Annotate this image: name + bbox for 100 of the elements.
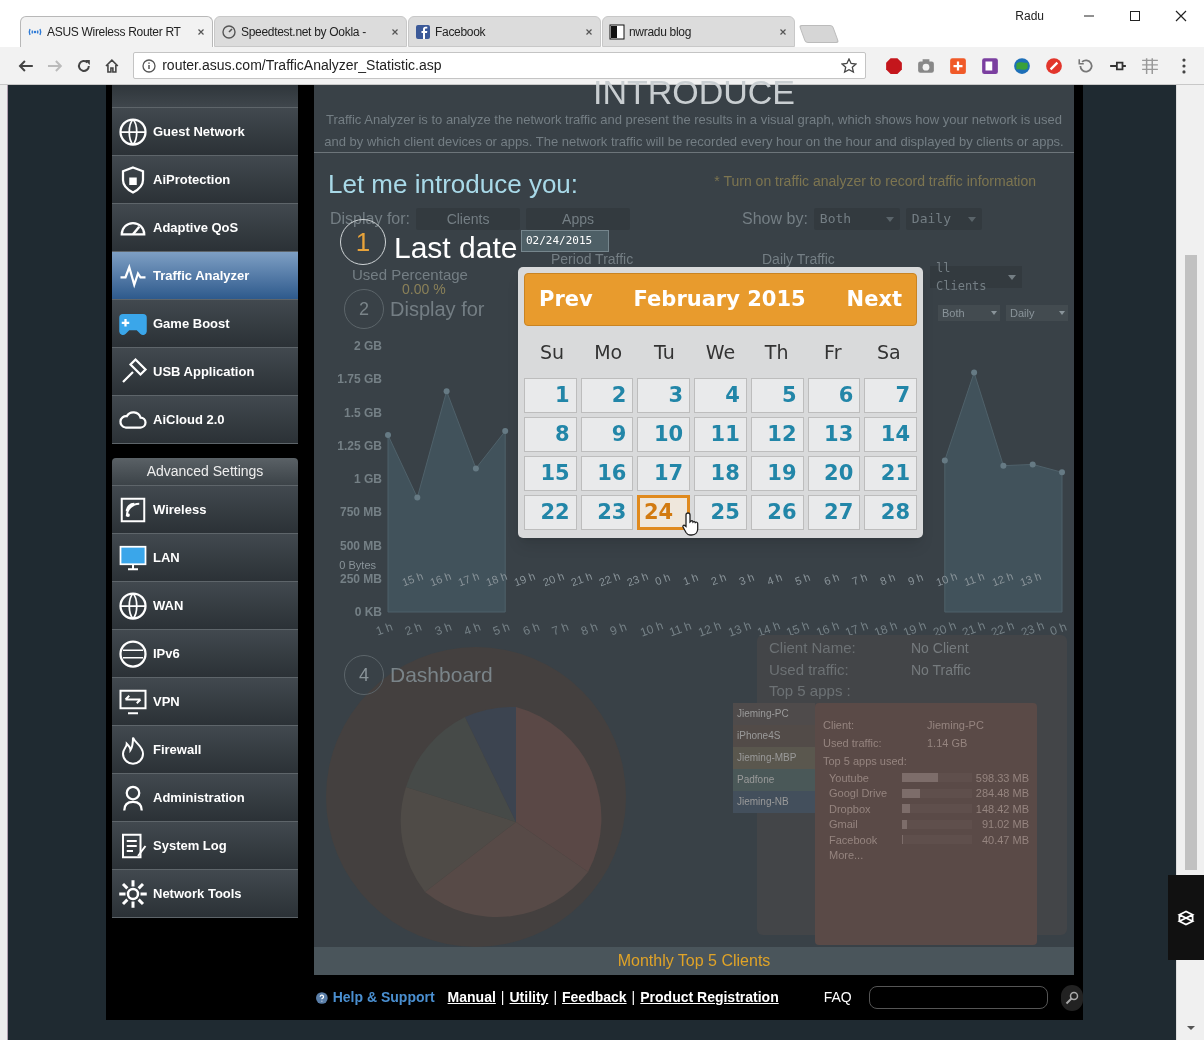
stat-label: Period Traffic — [551, 252, 635, 266]
scroll-thumb[interactable] — [1185, 255, 1197, 870]
footer-link[interactable]: Utility — [509, 987, 549, 1008]
calendar-day[interactable]: 14 — [864, 417, 917, 452]
client-list-item[interactable]: Jieming-MBP — [733, 747, 815, 769]
browser-tab[interactable]: Speedtest.net by Ookla - — [214, 16, 407, 48]
calendar-day[interactable]: 13 — [807, 417, 861, 452]
app-usage: 598.33 MB — [975, 770, 1029, 786]
footer-link[interactable]: Product Registration — [640, 987, 779, 1008]
sidebar-item[interactable]: System Log — [112, 822, 298, 870]
client-list-item[interactable]: iPhone4S — [733, 725, 815, 747]
calendar-day[interactable]: 20 — [807, 456, 861, 491]
sidebar-item[interactable]: IPv6 — [112, 630, 298, 678]
calendar-day[interactable]: 27 — [807, 495, 861, 530]
dropdown[interactable]: Both — [813, 208, 900, 230]
calendar-day[interactable]: 24 — [637, 495, 691, 530]
calendar-day[interactable]: 17 — [637, 456, 691, 491]
calendar-day[interactable]: 15 — [524, 456, 577, 491]
menu-icon[interactable] — [1182, 57, 1186, 74]
browser-tab[interactable]: Facebook — [408, 16, 601, 48]
weekday-label: Th — [763, 339, 790, 365]
caret-icon[interactable] — [1186, 1024, 1196, 1032]
calendar-day[interactable]: 5 — [750, 378, 804, 413]
dropdown[interactable]: Daily — [905, 208, 982, 230]
calendar-day[interactable]: 21 — [864, 456, 917, 491]
maximize-icon[interactable] — [1129, 10, 1141, 22]
banner-text: Monthly Top 5 Clients — [314, 947, 1074, 975]
reload-icon[interactable] — [75, 57, 92, 74]
close-icon[interactable] — [1175, 10, 1187, 22]
user-name[interactable]: Radu — [1015, 7, 1044, 25]
search-field[interactable] — [868, 986, 1049, 1009]
prev-button[interactable]: Prev — [539, 283, 593, 316]
next-button[interactable]: Next — [846, 283, 902, 316]
client-list-item[interactable]: Padfone — [733, 769, 815, 791]
stop-sign-icon[interactable] — [885, 56, 904, 75]
footer-link[interactable]: Manual — [447, 987, 496, 1008]
browser-tab[interactable]: nwradu blog — [602, 16, 795, 48]
footer-link[interactable]: Feedback — [562, 987, 627, 1008]
sidebar-item[interactable]: USB Application — [112, 348, 298, 396]
calendar-day[interactable]: 2 — [580, 378, 634, 413]
sidebar-item[interactable]: Administration — [112, 774, 298, 822]
date-field[interactable]: 02/24/2015 — [521, 230, 609, 252]
sidebar-item[interactable]: WAN — [112, 582, 298, 630]
sidebar-item[interactable]: Guest Network — [112, 108, 298, 156]
calendar-day[interactable]: 9 — [580, 417, 634, 452]
calendar-day[interactable]: 22 — [524, 495, 577, 530]
calendar-day[interactable]: 11 — [694, 417, 747, 452]
sidebar-item[interactable]: AiProtection — [112, 156, 298, 204]
calendar-day[interactable]: 8 — [524, 417, 577, 452]
calendar-day[interactable]: 6 — [807, 378, 861, 413]
scrollbar[interactable] — [1176, 85, 1204, 1040]
calendar-day[interactable]: 26 — [750, 495, 804, 530]
dropdown[interactable]: Both — [938, 305, 1000, 321]
address-bar[interactable]: router.asus.com/TrafficAnalyzer_Statistic.asp — [133, 52, 867, 80]
sidebar-item[interactable]: Game Boost — [112, 300, 298, 348]
weekday-label: Tu — [652, 339, 676, 365]
client-list-item[interactable]: Jieming-PC — [733, 703, 815, 725]
dropdown[interactable]: Daily — [1006, 305, 1068, 321]
badge-icon[interactable] — [1045, 56, 1064, 75]
calendar-day[interactable]: 3 — [637, 378, 691, 413]
calendar-day[interactable]: 18 — [694, 456, 747, 491]
sidebar-item[interactable]: Adaptive QoS — [112, 204, 298, 252]
sidebar-item[interactable]: Wireless — [112, 486, 298, 534]
weekday-label: Mo — [593, 339, 624, 365]
axis-label: 12 h — [990, 570, 1015, 589]
plus-icon[interactable] — [949, 56, 968, 75]
sidebar-item[interactable]: LAN — [112, 534, 298, 582]
history-icon[interactable] — [1077, 56, 1096, 75]
client-list-item[interactable]: Jieming-NB — [733, 791, 815, 813]
info-icon[interactable] — [142, 58, 157, 73]
star-icon[interactable] — [841, 57, 858, 74]
calendar-day[interactable]: 19 — [750, 456, 804, 491]
axis-label: 13 h — [1018, 570, 1043, 589]
calendar-day[interactable]: 16 — [580, 456, 634, 491]
calendar-day[interactable]: 4 — [694, 378, 747, 413]
camera-icon[interactable] — [917, 56, 936, 75]
sidebar-item[interactable]: Network Tools — [112, 870, 298, 918]
calendar-day[interactable]: 1 — [524, 378, 577, 413]
month-title: February 2015 — [632, 285, 807, 313]
search-button[interactable] — [1061, 984, 1083, 1011]
calendar-day[interactable]: 25 — [694, 495, 747, 530]
toggle-button[interactable]: Clients — [416, 208, 521, 230]
gear-icon — [118, 878, 148, 909]
sidebar-item[interactable]: AiCloud 2.0 — [112, 396, 298, 444]
sidebar-item[interactable]: Traffic Analyzer — [112, 252, 298, 300]
browser-tab[interactable]: ASUS Wireless Router RT — [20, 16, 213, 48]
more-link[interactable]: More... — [823, 847, 1029, 863]
calendar-day[interactable]: 12 — [750, 417, 804, 452]
calendar-day[interactable]: 28 — [864, 495, 917, 530]
calendar-day[interactable]: 23 — [580, 495, 634, 530]
home-icon[interactable] — [104, 57, 121, 74]
sidebar-item[interactable]: VPN — [112, 678, 298, 726]
toggle-button[interactable]: Apps — [526, 208, 631, 230]
grid-icon[interactable] — [1141, 56, 1160, 75]
calendar-day[interactable]: 7 — [864, 378, 917, 413]
globe-icon[interactable] — [1013, 56, 1032, 75]
calendar-day[interactable]: 10 — [637, 417, 691, 452]
side-panel-tab[interactable] — [1168, 875, 1204, 960]
sidebar-item[interactable]: Firewall — [112, 726, 298, 774]
notebook-icon[interactable] — [981, 56, 1000, 75]
